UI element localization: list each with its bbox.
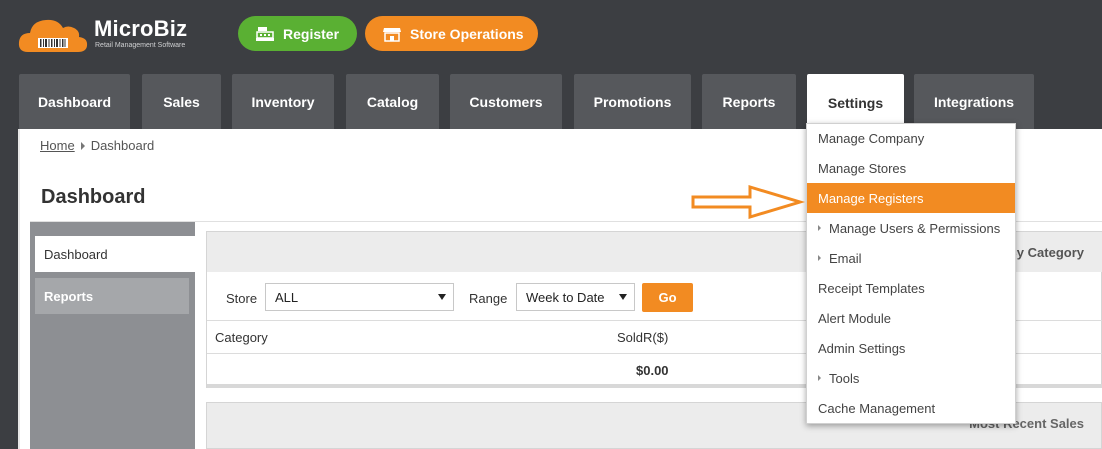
- content-left-edge: [18, 129, 20, 449]
- submenu-caret-icon: [818, 375, 821, 381]
- menu-item-label: Manage Company: [818, 130, 925, 146]
- breadcrumb-caret-icon: [80, 141, 85, 150]
- tab-sales[interactable]: Sales: [142, 74, 221, 129]
- sidebar-item-dashboard[interactable]: Dashboard: [35, 236, 195, 272]
- brand-tagline: Retail Management Software: [95, 42, 186, 49]
- menu-item-alert-module[interactable]: Alert Module: [807, 303, 1015, 333]
- register-label: Register: [283, 25, 340, 42]
- tab-integrations[interactable]: Integrations: [914, 74, 1034, 129]
- menu-item-label: Admin Settings: [818, 340, 906, 356]
- range-select-value: Week to Date: [526, 289, 605, 305]
- store-label: Store: [226, 291, 258, 306]
- go-button[interactable]: Go: [642, 283, 693, 312]
- menu-item-label: Manage Registers: [818, 190, 924, 206]
- register-button[interactable]: Register: [238, 16, 357, 51]
- menu-item-label: Manage Users & Permissions: [829, 220, 1001, 236]
- menu-item-label: Tools: [829, 370, 860, 386]
- menu-item-label: Manage Stores: [818, 160, 907, 176]
- cloud-barcode-icon: [18, 19, 88, 52]
- menu-item-email[interactable]: Email: [807, 243, 1015, 273]
- menu-item-label: Alert Module: [818, 310, 891, 326]
- breadcrumb-current: Dashboard: [90, 138, 155, 153]
- store-select[interactable]: ALL: [265, 283, 454, 311]
- menu-item-admin-settings[interactable]: Admin Settings: [807, 333, 1015, 363]
- range-select[interactable]: Week to Date: [516, 283, 635, 311]
- total-sold-value: $0.00: [636, 363, 669, 378]
- submenu-caret-icon: [818, 225, 821, 231]
- annotation-arrow-icon: [691, 184, 806, 220]
- tab-customers[interactable]: Customers: [450, 74, 562, 129]
- menu-item-manage-company[interactable]: Manage Company: [807, 123, 1015, 153]
- store-operations-label: Store Operations: [410, 25, 524, 42]
- breadcrumb: Home Dashboard: [40, 138, 154, 153]
- store-select-value: ALL: [275, 289, 299, 305]
- menu-item-label: Cache Management: [818, 400, 936, 416]
- menu-item-cache-management[interactable]: Cache Management: [807, 393, 1015, 423]
- tab-inventory[interactable]: Inventory: [232, 74, 334, 129]
- menu-item-manage-stores[interactable]: Manage Stores: [807, 153, 1015, 183]
- dropdown-arrow-icon: [438, 294, 446, 300]
- tab-dashboard[interactable]: Dashboard: [19, 74, 130, 129]
- brand-name: MicroBiz: [94, 16, 188, 41]
- menu-item-manage-registers[interactable]: Manage Registers: [807, 183, 1015, 213]
- tab-catalog[interactable]: Catalog: [346, 74, 439, 129]
- tab-reports[interactable]: Reports: [702, 74, 796, 129]
- column-header-category[interactable]: Category: [215, 330, 268, 345]
- menu-item-label: Email: [829, 250, 862, 266]
- dropdown-arrow-icon: [619, 294, 627, 300]
- submenu-caret-icon: [818, 255, 821, 261]
- column-header-sold[interactable]: SoldR($): [617, 330, 668, 345]
- tab-promotions[interactable]: Promotions: [574, 74, 691, 129]
- menu-item-label: Receipt Templates: [818, 280, 925, 296]
- sidebar-item-reports[interactable]: Reports: [35, 278, 189, 314]
- cash-register-icon: [256, 26, 274, 41]
- store-operations-button[interactable]: Store Operations: [365, 16, 538, 51]
- menu-item-manage-users-permissions[interactable]: Manage Users & Permissions: [807, 213, 1015, 243]
- brand-logo[interactable]: MicroBiz Retail Management Software: [18, 12, 198, 56]
- menu-item-tools[interactable]: Tools: [807, 363, 1015, 393]
- page-title: Dashboard: [41, 186, 146, 208]
- store-icon: [383, 27, 401, 42]
- menu-item-receipt-templates[interactable]: Receipt Templates: [807, 273, 1015, 303]
- range-label: Range: [469, 291, 508, 306]
- breadcrumb-home-link[interactable]: Home: [40, 138, 75, 153]
